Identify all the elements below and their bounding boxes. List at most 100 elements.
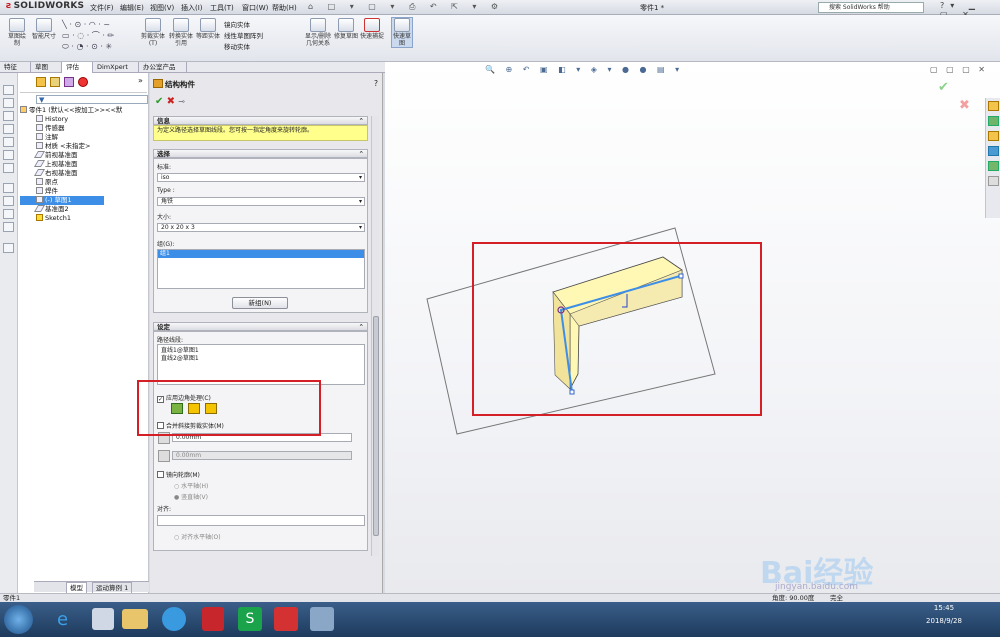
- tree-item-front-plane[interactable]: 前视基准面: [20, 151, 149, 160]
- mirror-profile-checkbox[interactable]: 镜向轮廓(M): [157, 470, 200, 479]
- ie-icon[interactable]: e: [46, 604, 79, 635]
- settings-section-header[interactable]: 设定 ⌃: [153, 322, 368, 331]
- pushpin-icon[interactable]: ⊸: [178, 97, 185, 106]
- gap-input-2[interactable]: 0.00mm: [172, 451, 352, 460]
- ok-check-icon[interactable]: ✔: [155, 96, 163, 107]
- horizontal-axis-radio[interactable]: ○ 水平轴(H): [174, 481, 208, 490]
- quick-snap-button[interactable]: 快速捕捉: [360, 18, 384, 40]
- tree-item-material[interactable]: 材质 <未指定>: [20, 142, 149, 151]
- sketch-tools-grid[interactable]: ╲ · ⊙ · ◠ · ~ ▭ · ◌ · ⌒ · ✏ ⬭ · ◔ · ⊙ · ✳: [62, 19, 114, 52]
- cancel-x-icon[interactable]: ✖: [167, 96, 175, 107]
- menu-view[interactable]: 视图(V): [150, 3, 174, 13]
- wps-icon[interactable]: S: [238, 607, 262, 631]
- menu-edit[interactable]: 编辑(E): [120, 3, 144, 13]
- tool-icon[interactable]: [3, 209, 14, 219]
- tool-icon[interactable]: [3, 85, 14, 95]
- tree-filter-input[interactable]: ▼: [36, 95, 148, 104]
- command-tabs: 特征 草图 评估 DimXpert 办公室产品: [0, 62, 385, 73]
- repair-sketch-button[interactable]: 修复草图: [334, 18, 358, 40]
- align-horizontal-radio[interactable]: ○ 对齐水平轴(O): [174, 532, 221, 541]
- start-button[interactable]: [4, 605, 33, 634]
- tab-sketch[interactable]: 草图: [31, 62, 62, 73]
- solidworks-logo[interactable]: ƨ SOLIDWORKS: [6, 1, 84, 11]
- size-select[interactable]: 20 x 20 x 3 ▾: [157, 223, 365, 232]
- path-segments-list[interactable]: 直线1@草图1 直线2@草图1: [157, 344, 365, 385]
- tree-item-sketch1[interactable]: (-) 草图1: [20, 196, 104, 205]
- bottom-tabs: 模型 运动算例 1: [34, 581, 149, 594]
- convert-button[interactable]: 转换实体引用: [168, 18, 194, 47]
- tree-item-right-plane[interactable]: 右视基准面: [20, 169, 149, 178]
- pm-scrollbar[interactable]: [371, 116, 379, 556]
- vertical-axis-radio[interactable]: ● 竖直轴(V): [174, 492, 208, 501]
- tool-icon[interactable]: [3, 222, 14, 232]
- group-list[interactable]: 组1: [157, 249, 365, 289]
- menu-window[interactable]: 窗口(W): [242, 3, 268, 13]
- solidworks-taskbar-icon[interactable]: [274, 607, 298, 631]
- convert-icon: [173, 18, 189, 32]
- display-manager-icon[interactable]: [78, 77, 88, 87]
- selection-section-header[interactable]: 选择 ⌃: [153, 149, 368, 158]
- move-button[interactable]: 移动实体: [224, 42, 263, 53]
- relations-button[interactable]: 显示/删除几何关系: [304, 18, 332, 47]
- tool-icon[interactable]: [3, 124, 14, 134]
- tool-icon[interactable]: [3, 196, 14, 206]
- scrollbar-thumb[interactable]: [373, 316, 379, 536]
- menu-file[interactable]: 文件(F): [90, 3, 114, 13]
- tab-evaluate[interactable]: 评估: [62, 62, 93, 73]
- tool-icon[interactable]: [3, 163, 14, 173]
- tab-dimxpert[interactable]: DimXpert: [93, 62, 139, 73]
- path-item[interactable]: 直线1@草图1: [161, 347, 361, 355]
- tool-icon[interactable]: [3, 111, 14, 121]
- tree-item-sensors[interactable]: 传感器: [20, 124, 149, 133]
- tree-item-origin[interactable]: 原点: [20, 178, 149, 187]
- tool-icon[interactable]: [3, 243, 14, 253]
- trim-button[interactable]: 剪裁实体(T): [140, 18, 166, 47]
- endpoint-handle[interactable]: [569, 389, 575, 395]
- mirror-button[interactable]: 镜向实体: [224, 20, 263, 31]
- tree-root[interactable]: 零件1 (默认<<按加工>><<默: [20, 106, 149, 115]
- search-input[interactable]: 搜索 SolidWorks 帮助: [818, 2, 924, 13]
- quick-access-icons[interactable]: ⌂ □ ▾ ▢ ▾ ⎙ ↶ ⇱ ▾ ⚙: [308, 2, 504, 12]
- group-item[interactable]: 组1: [158, 250, 364, 258]
- browser-icon[interactable]: [162, 607, 186, 631]
- tree-item-history[interactable]: History: [20, 115, 149, 124]
- graphics-area[interactable]: 🔍 ⊕ ↶ ▣ ◧ ▾ ◈ ▾ ● ● ▤ ▾ ▢ ▢ ▢ ✕ ✔ ✖ Bai经…: [385, 62, 1000, 593]
- standard-select[interactable]: iso ▾: [157, 173, 365, 182]
- tool-icon[interactable]: [3, 183, 14, 193]
- tree-item-sketch1-b[interactable]: Sketch1: [20, 214, 149, 223]
- new-group-button[interactable]: 新组(N): [232, 297, 288, 309]
- tool-icon[interactable]: [3, 98, 14, 108]
- tree-item-weldment[interactable]: 焊件: [20, 187, 149, 196]
- property-manager-icon[interactable]: [50, 77, 60, 87]
- collapse-icon: ⌃: [358, 323, 364, 331]
- path-item[interactable]: 直线2@草图1: [161, 355, 361, 363]
- expand-arrow-icon[interactable]: »: [138, 76, 143, 85]
- folder-icon[interactable]: [122, 609, 148, 629]
- endpoint-handle[interactable]: [678, 273, 684, 279]
- paint-icon[interactable]: [310, 607, 334, 631]
- sketch-button[interactable]: 草图绘制: [6, 18, 28, 47]
- pdf-icon[interactable]: [202, 607, 224, 631]
- tool-icon[interactable]: [3, 137, 14, 147]
- align-input[interactable]: [157, 515, 365, 526]
- tab-office[interactable]: 办公室产品: [139, 62, 187, 73]
- tree-item-annotations[interactable]: 注解: [20, 133, 149, 142]
- offset-button[interactable]: 等距实体: [196, 18, 220, 40]
- menu-insert[interactable]: 插入(I): [181, 3, 203, 13]
- tree-item-top-plane[interactable]: 上视基准面: [20, 160, 149, 169]
- tree-item-plane2[interactable]: 基准面2: [20, 205, 149, 214]
- smart-dimension-button[interactable]: 智能尺寸: [32, 18, 56, 40]
- info-section-header[interactable]: 信息 ⌃: [153, 116, 368, 125]
- app-icon[interactable]: [92, 608, 114, 630]
- type-select[interactable]: 角铁 ▾: [157, 197, 365, 206]
- config-manager-icon[interactable]: [64, 77, 74, 87]
- linear-pattern-button[interactable]: 线性草图阵列: [224, 31, 263, 42]
- menu-tools[interactable]: 工具(T): [210, 3, 234, 13]
- tab-features[interactable]: 特征: [0, 62, 31, 73]
- feature-manager-icon[interactable]: [36, 77, 46, 87]
- tool-icon[interactable]: [3, 150, 14, 160]
- clock[interactable]: 15:45 2018/9/28: [912, 604, 976, 625]
- help-icon[interactable]: ?: [374, 79, 378, 88]
- rapid-sketch-button[interactable]: 快速草图: [391, 17, 413, 48]
- menu-help[interactable]: 帮助(H): [272, 3, 297, 13]
